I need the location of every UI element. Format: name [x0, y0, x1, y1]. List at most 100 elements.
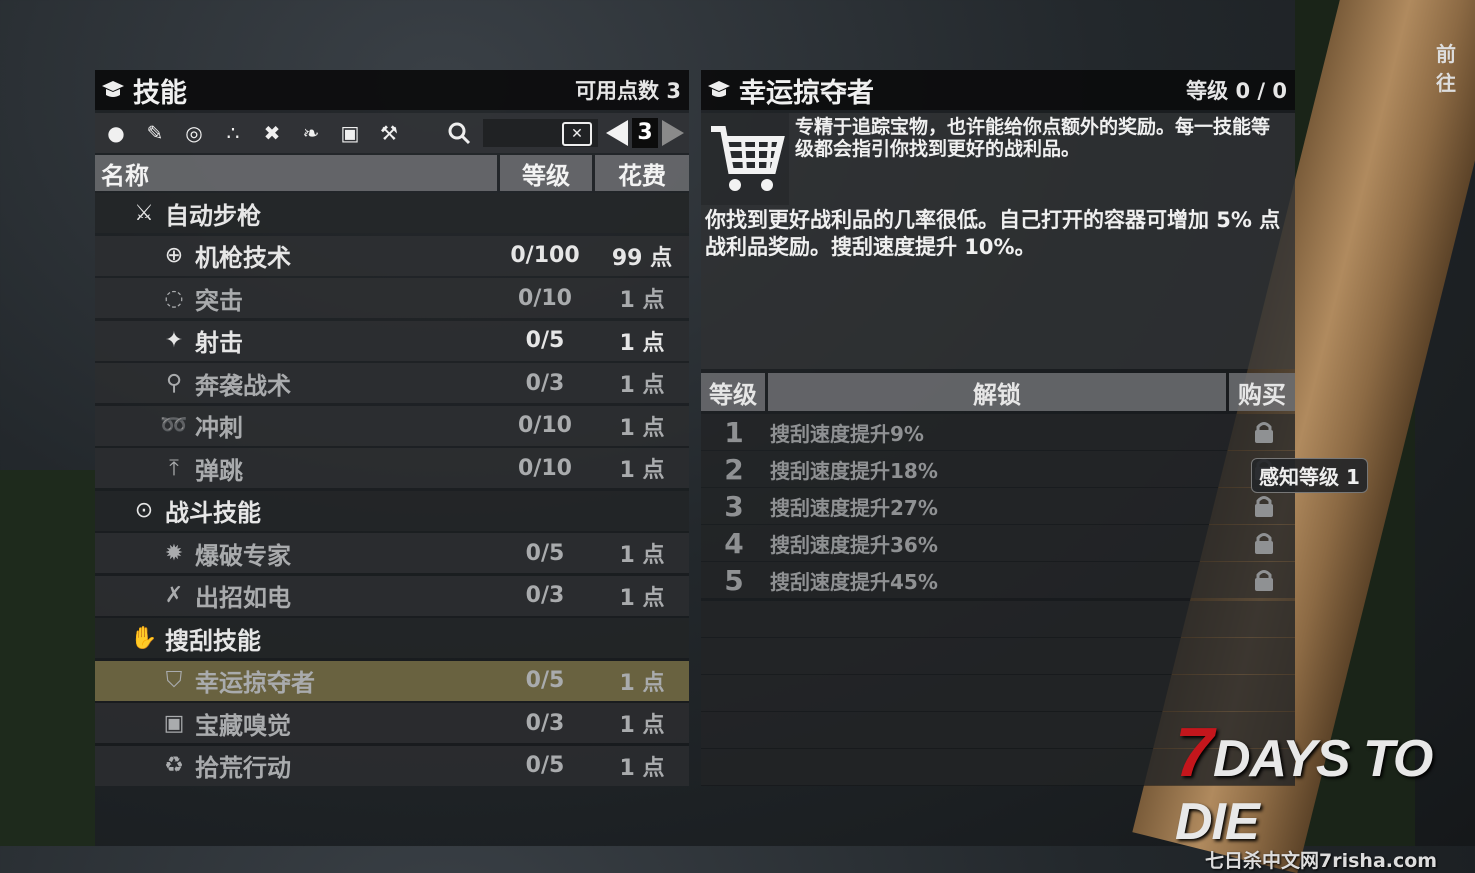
- level-number: 5: [724, 563, 744, 597]
- skill-row[interactable]: ⚲ 奔袭战术 0/3 1 点: [95, 363, 689, 403]
- col-cost-label: 花费: [618, 161, 666, 190]
- page-number: 3: [632, 118, 658, 148]
- level-unlock-text: 搜刮速度提升18%: [770, 458, 938, 483]
- skill-level: 0/10: [518, 285, 572, 311]
- skill-name: 突击: [195, 286, 243, 315]
- lock-icon[interactable]: [1251, 494, 1277, 518]
- clear-search-icon[interactable]: ✕: [562, 122, 592, 146]
- lock-icon[interactable]: [1251, 420, 1277, 444]
- skill-name: 射击: [195, 329, 243, 357]
- perk-title: 幸运掠夺者: [739, 77, 874, 109]
- skill-row[interactable]: ✗ 出招如电 0/3 1 点: [95, 575, 689, 616]
- skill-row[interactable]: ✦ 射击 0/5 1 点: [95, 320, 689, 361]
- category-row[interactable]: ⊙ 战斗技能: [95, 490, 689, 531]
- skill-level: 0/3: [525, 370, 565, 396]
- col-level-label: 等级: [522, 161, 570, 190]
- skill-level: 0/3: [525, 583, 565, 608]
- cart-icon: ⛉: [165, 668, 183, 693]
- lt-col-level: 等级: [701, 373, 765, 411]
- hammer-icon[interactable]: ⚒: [377, 121, 401, 145]
- skill-row[interactable]: ◌ 突击 0/10 1 点: [95, 278, 689, 318]
- skill-name: 自动步枪: [165, 201, 261, 230]
- skill-cost: 1 点: [619, 330, 665, 356]
- background-trees: [0, 470, 95, 846]
- goto-label[interactable]: 前往: [1436, 38, 1475, 96]
- level-row-empty: [701, 601, 1295, 637]
- skill-name: 拾荒行动: [195, 754, 291, 782]
- skill-row[interactable]: ➿ 冲刺 0/10 1 点: [95, 405, 689, 446]
- skill-name: 搜刮技能: [165, 626, 261, 655]
- skill-cost: 1 点: [619, 415, 665, 441]
- skill-row[interactable]: ⊕ 机枪技术 0/100 99 点: [95, 235, 689, 276]
- level-row-empty: [701, 638, 1295, 674]
- skill-level: 0/3: [525, 710, 565, 736]
- jump-icon: ⤒: [169, 455, 179, 481]
- cart-icon: [701, 113, 789, 205]
- search-icon[interactable]: [447, 121, 471, 145]
- level-unlock-text: 搜刮速度提升27%: [770, 495, 938, 520]
- lock-icon[interactable]: [1251, 531, 1277, 555]
- skill-cost: 1 点: [619, 755, 665, 781]
- level-row: 2 搜刮速度提升18%: [701, 451, 1295, 487]
- logo-main: DAYS TO DIE: [1175, 730, 1433, 851]
- chest-icon: ▣: [163, 710, 185, 736]
- skill-cost: 1 点: [619, 373, 665, 398]
- skill-cost: 99 点: [611, 245, 673, 271]
- crosshair-icon: ⊕: [164, 243, 184, 268]
- skill-cost: 1 点: [619, 713, 665, 738]
- skill-level: 0/10: [518, 455, 572, 481]
- skill-name: 奔袭战术: [195, 371, 291, 400]
- lt-col-unlock: 解锁: [768, 373, 1226, 411]
- tools-icon[interactable]: ✖: [260, 121, 284, 145]
- level-unlock-text: 搜刮速度提升36%: [770, 532, 938, 557]
- skill-cost: 1 点: [619, 543, 665, 568]
- level-row: 3 搜刮速度提升27%: [701, 488, 1295, 524]
- pen-icon[interactable]: ✎: [143, 121, 167, 145]
- perk-level: 等级 0 / 0: [1186, 79, 1287, 103]
- skill-row[interactable]: ♻ 拾荒行动 0/5 1 点: [95, 745, 689, 786]
- skill-cost: 1 点: [619, 458, 665, 483]
- col-name-header[interactable]: 名称: [95, 155, 497, 191]
- skill-name: 冲刺: [195, 414, 243, 442]
- perk-description: 专精于追踪宝物，也许能给你点额外的奖励。每一技能等级都会指引你找到更好的战利品。: [795, 116, 1271, 160]
- skill-level: 0/5: [525, 668, 565, 693]
- runner-icon: ⚲: [165, 370, 183, 396]
- skills-title: 技能: [133, 77, 187, 109]
- crossed-swords-icon: ✗: [164, 583, 184, 608]
- search-input[interactable]: ✕: [483, 119, 598, 147]
- stars-icon[interactable]: ∴: [221, 121, 245, 145]
- explosion-icon: ✹: [164, 540, 184, 566]
- feather-icon[interactable]: ❧: [299, 121, 323, 145]
- col-name-label: 名称: [101, 161, 149, 190]
- graduation-cap-icon: [102, 81, 124, 97]
- combat-icon: ⊙: [134, 498, 154, 523]
- skill-row[interactable]: ✹ 爆破专家 0/5 1 点: [95, 533, 689, 573]
- category-row[interactable]: ⚔ 自动步枪: [95, 193, 689, 233]
- category-row[interactable]: ✋ 搜刮技能: [95, 618, 689, 658]
- level-number: 1: [724, 415, 744, 449]
- rifle-icon: ⚔: [134, 200, 154, 226]
- logo-sub: 七日杀中文网7risha.com: [1205, 850, 1438, 872]
- skill-level: 0/5: [525, 753, 565, 778]
- target-icon[interactable]: ◎: [182, 121, 206, 145]
- book-icon[interactable]: ▣: [338, 121, 362, 145]
- skill-row[interactable]: ⤒ 弹跳 0/10 1 点: [95, 448, 689, 488]
- prev-page-icon[interactable]: [606, 120, 628, 146]
- skill-cost: 1 点: [619, 585, 665, 611]
- skill-cost: 1 点: [619, 670, 665, 696]
- skill-row[interactable]: ⛉ 幸运掠夺者 0/5 1 点: [95, 660, 689, 701]
- skill-name: 幸运掠夺者: [195, 669, 315, 697]
- sprint-icon: ➿: [160, 413, 188, 438]
- next-page-icon[interactable]: [662, 120, 684, 146]
- hand-icon: ✋: [130, 625, 158, 651]
- skill-row[interactable]: ▣ 宝藏嗅觉 0/3 1 点: [95, 703, 689, 743]
- col-cost-header[interactable]: 花费: [595, 155, 689, 191]
- skills-header: 技能 可用点数 3: [95, 70, 689, 110]
- col-level-header[interactable]: 等级: [500, 155, 592, 191]
- lock-icon[interactable]: [1251, 568, 1277, 592]
- requirement-tooltip: 感知等级 1: [1251, 458, 1368, 493]
- person-icon[interactable]: ●: [104, 121, 128, 145]
- level-number: 3: [724, 489, 744, 523]
- detail-header: 幸运掠夺者 等级 0 / 0: [701, 70, 1295, 110]
- skill-cost: 1 点: [619, 288, 665, 313]
